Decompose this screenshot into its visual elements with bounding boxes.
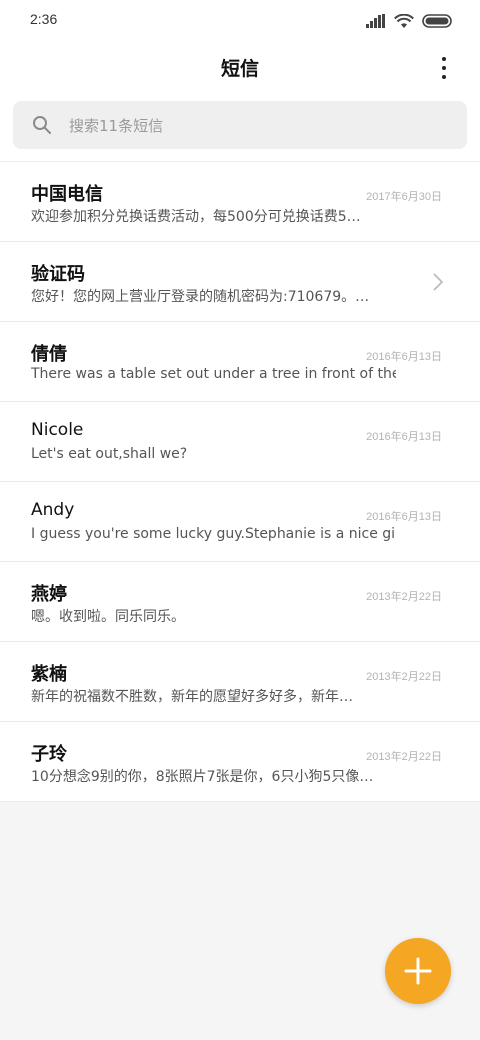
- message-row[interactable]: Nicole 2016年6月13日 Let's eat out,shall we…: [0, 402, 480, 482]
- message-row[interactable]: 中国电信 2017年6月30日 欢迎参加积分兑换话费活动，每500分可兑换话费5…: [0, 162, 480, 242]
- message-date: 2013年2月22日: [366, 591, 442, 603]
- more-vertical-icon-dot: [442, 75, 446, 79]
- message-preview: I guess you're some lucky guy.Stephanie …: [31, 526, 396, 542]
- message-row[interactable]: 验证码 您好！您的网上营业厅登录的随机密码为:710679。…: [0, 242, 480, 322]
- contact-name: 燕婷: [31, 584, 67, 605]
- message-date: 2016年6月13日: [366, 351, 442, 363]
- more-options-button[interactable]: [432, 54, 456, 82]
- message-preview: 新年的祝福数不胜数，新年的愿望好多好多，新年…: [31, 689, 353, 705]
- contact-name: 中国电信: [31, 184, 103, 205]
- message-preview: 嗯。收到啦。同乐同乐。: [31, 609, 185, 625]
- contact-name: Andy: [31, 500, 75, 520]
- title-bar: 短信: [0, 40, 480, 95]
- new-message-button[interactable]: [385, 938, 451, 1004]
- cellular-signal-icon: [366, 14, 385, 28]
- message-row[interactable]: Andy 2016年6月13日 I guess you're some luck…: [0, 482, 480, 562]
- more-vertical-icon: [442, 57, 446, 61]
- message-row[interactable]: 倩倩 2016年6月13日 There was a table set out …: [0, 322, 480, 402]
- message-preview: 10分想念9别的你，8张照片7张是你，6只小狗5只像…: [31, 769, 374, 785]
- contact-name: Nicole: [31, 420, 84, 440]
- message-preview: There was a table set out under a tree i…: [31, 366, 396, 382]
- more-vertical-icon-dot: [442, 66, 446, 70]
- page-title: 短信: [220, 58, 259, 80]
- battery-icon: [422, 14, 452, 28]
- message-date: 2013年2月22日: [366, 751, 442, 763]
- search-area: 搜索11条短信: [0, 95, 480, 161]
- message-row[interactable]: 紫楠 2013年2月22日 新年的祝福数不胜数，新年的愿望好多好多，新年…: [0, 642, 480, 722]
- contact-name: 验证码: [31, 264, 85, 285]
- contact-name: 子玲: [31, 744, 67, 765]
- wifi-icon: [394, 13, 414, 28]
- message-date: 2017年6月30日: [366, 191, 442, 203]
- message-preview: 欢迎参加积分兑换话费活动，每500分可兑换话费5…: [31, 209, 361, 225]
- message-preview: 您好！您的网上营业厅登录的随机密码为:710679。…: [31, 289, 370, 305]
- plus-icon: [404, 957, 432, 985]
- contact-name: 紫楠: [31, 664, 67, 685]
- message-date: 2016年6月13日: [366, 431, 442, 443]
- message-row[interactable]: 子玲 2013年2月22日 10分想念9别的你，8张照片7张是你，6只小狗5只像…: [0, 722, 480, 802]
- search-icon: [33, 116, 51, 134]
- status-time: 2:36: [30, 11, 58, 27]
- search-input[interactable]: 搜索11条短信: [13, 101, 467, 149]
- chevron-right-icon: [433, 273, 444, 291]
- message-date: 2016年6月13日: [366, 511, 442, 523]
- message-row[interactable]: 燕婷 2013年2月22日 嗯。收到啦。同乐同乐。: [0, 562, 480, 642]
- contact-name: 倩倩: [31, 344, 67, 365]
- message-list: 中国电信 2017年6月30日 欢迎参加积分兑换话费活动，每500分可兑换话费5…: [0, 161, 480, 802]
- message-date: 2013年2月22日: [366, 671, 442, 683]
- status-icons: [366, 12, 452, 30]
- status-bar: 2:36: [0, 0, 480, 40]
- search-placeholder: 搜索11条短信: [69, 117, 164, 135]
- message-preview: Let's eat out,shall we?: [31, 446, 188, 462]
